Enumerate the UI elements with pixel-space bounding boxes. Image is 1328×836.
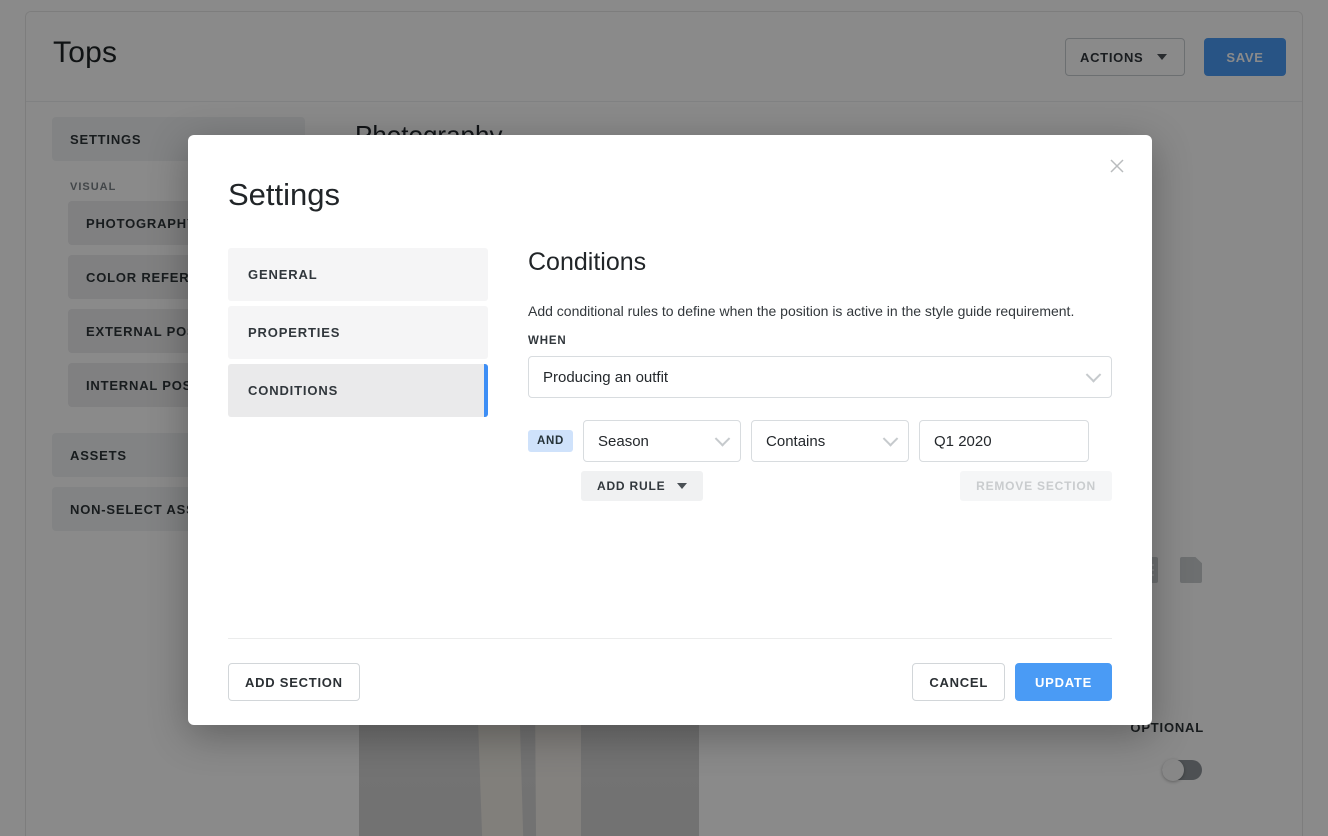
add-rule-button[interactable]: ADD RULE xyxy=(581,471,704,501)
tab-label: PROPERTIES xyxy=(248,325,341,340)
chevron-down-icon xyxy=(882,431,899,447)
add-section-label: ADD SECTION xyxy=(245,674,343,690)
update-button[interactable]: UPDATE xyxy=(1015,663,1112,701)
panel-description: Add conditional rules to define when the… xyxy=(528,303,1075,319)
rule-value-input[interactable] xyxy=(919,420,1090,462)
conjunction-chip[interactable]: AND xyxy=(528,430,574,452)
when-select-value: Producing an outfit xyxy=(543,368,669,386)
add-section-button[interactable]: ADD SECTION xyxy=(228,663,360,701)
rule-row: AND Season Contains xyxy=(528,420,1112,462)
panel-title: Conditions xyxy=(528,248,647,276)
remove-section-label: REMOVE SECTION xyxy=(976,479,1096,493)
tab-label: CONDITIONS xyxy=(248,383,339,398)
update-label: UPDATE xyxy=(1035,674,1092,690)
cancel-button[interactable]: CANCEL xyxy=(912,663,1006,701)
chevron-down-icon xyxy=(1085,367,1102,383)
cancel-label: CANCEL xyxy=(929,674,989,690)
when-select[interactable]: Producing an outfit xyxy=(528,356,1112,398)
tab-general[interactable]: GENERAL xyxy=(228,248,488,301)
caret-down-icon xyxy=(677,483,688,489)
when-label: WHEN xyxy=(528,335,567,347)
modal-title: Settings xyxy=(228,177,341,212)
modal-nav: GENERAL PROPERTIES CONDITIONS xyxy=(228,248,488,632)
tab-label: GENERAL xyxy=(248,267,318,282)
rule-field-select[interactable]: Season xyxy=(583,420,742,462)
close-button[interactable] xyxy=(1100,149,1134,183)
modal-content: GENERAL PROPERTIES CONDITIONS Conditions… xyxy=(228,248,1112,632)
add-rule-label: ADD RULE xyxy=(597,479,666,493)
conditions-panel: Conditions Add conditional rules to defi… xyxy=(488,248,1112,632)
tab-properties[interactable]: PROPERTIES xyxy=(228,306,488,359)
remove-section-button[interactable]: REMOVE SECTION xyxy=(960,471,1112,501)
tab-conditions[interactable]: CONDITIONS xyxy=(228,364,488,417)
footer-divider xyxy=(228,638,1112,639)
rule-operator-select[interactable]: Contains xyxy=(751,420,910,462)
rule-field-value: Season xyxy=(598,432,649,450)
chevron-down-icon xyxy=(714,431,731,447)
footer-actions: CANCEL UPDATE xyxy=(912,663,1112,701)
settings-modal: Settings GENERAL PROPERTIES CONDITIONS C… xyxy=(188,135,1152,725)
rule-operator-value: Contains xyxy=(766,432,826,450)
rule-actions: ADD RULE REMOVE SECTION xyxy=(528,471,1112,501)
modal-footer: ADD SECTION CANCEL UPDATE xyxy=(228,663,1112,701)
close-icon xyxy=(1110,159,1124,173)
